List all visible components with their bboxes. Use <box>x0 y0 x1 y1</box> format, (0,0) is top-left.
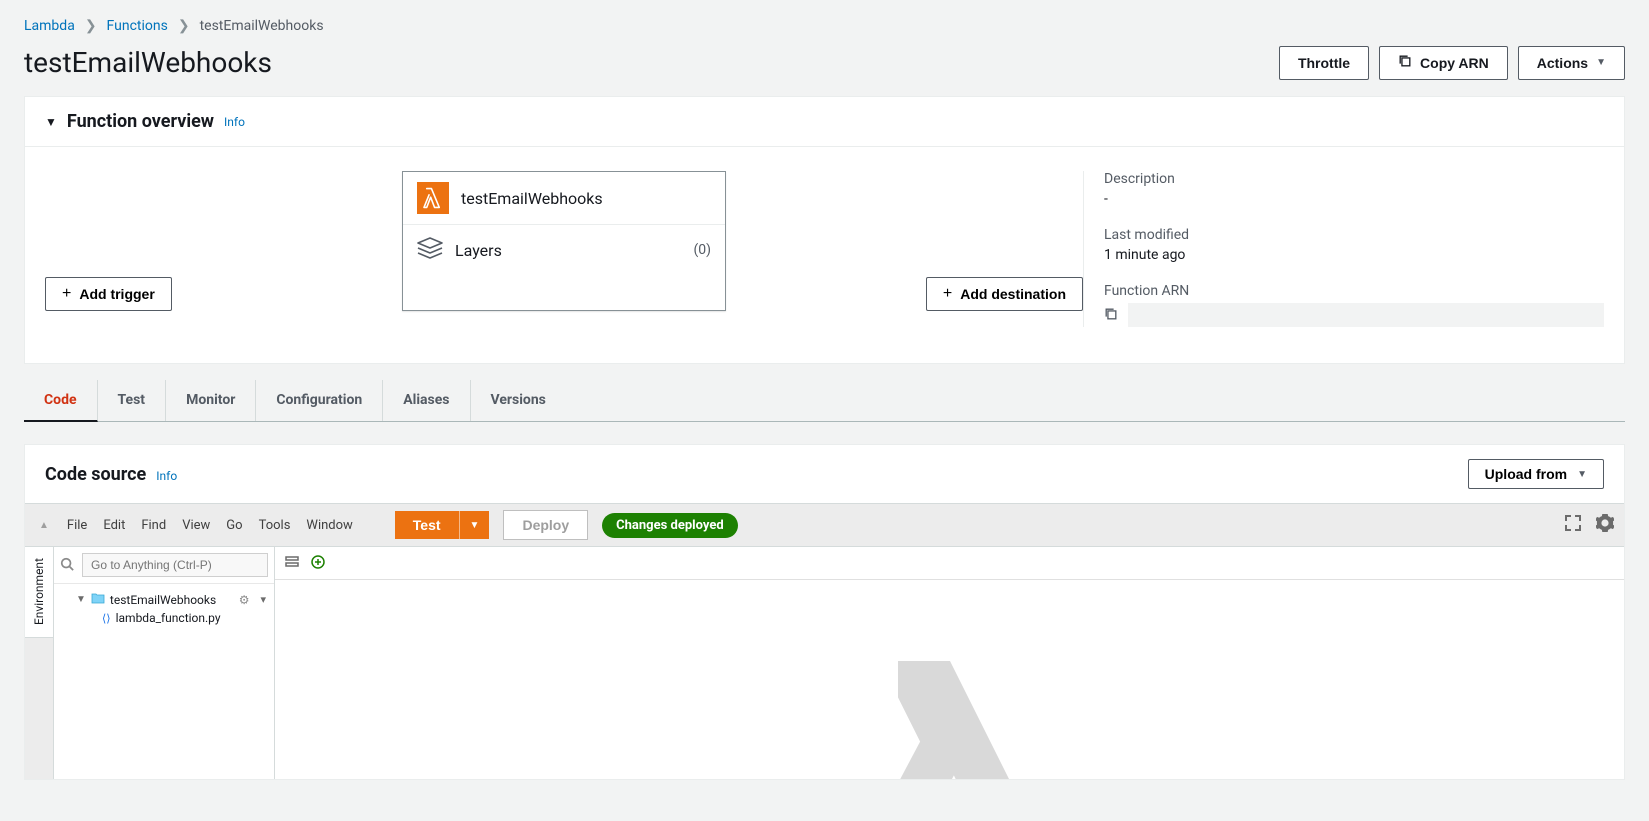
goto-anything-input[interactable] <box>82 553 268 577</box>
copy-icon <box>1398 53 1412 73</box>
last-modified-label: Last modified <box>1104 227 1604 243</box>
tab-aliases[interactable]: Aliases <box>383 380 470 421</box>
search-icon[interactable] <box>60 556 74 575</box>
ide-menu-find[interactable]: Find <box>141 518 166 533</box>
overview-title: Function overview <box>67 111 214 132</box>
tree-folder[interactable]: ▼ testEmailWebhooks ⚙ ▾ <box>58 590 270 609</box>
description-label: Description <box>1104 171 1604 187</box>
caret-down-icon: ▼ <box>1596 53 1606 73</box>
ide-menu-tools[interactable]: Tools <box>259 518 291 533</box>
tab-list-icon[interactable] <box>285 554 299 573</box>
copy-icon[interactable] <box>1104 306 1118 325</box>
plus-icon: + <box>943 287 952 301</box>
ide-menu-window[interactable]: Window <box>306 518 352 533</box>
tree-file-name: lambda_function.py <box>116 611 221 625</box>
function-name: testEmailWebhooks <box>461 189 603 208</box>
gear-icon[interactable]: ⚙ <box>239 593 256 607</box>
actions-button[interactable]: Actions ▼ <box>1518 46 1625 80</box>
layers-count: (0) <box>693 242 711 258</box>
function-tabs: Code Test Monitor Configuration Aliases … <box>24 380 1625 422</box>
upload-from-button[interactable]: Upload from ▼ <box>1468 459 1604 489</box>
breadcrumb-functions[interactable]: Functions <box>107 18 168 34</box>
fullscreen-icon[interactable] <box>1564 514 1582 536</box>
overview-info-link[interactable]: Info <box>224 115 245 129</box>
page-title: testEmailWebhooks <box>24 46 272 80</box>
throttle-button[interactable]: Throttle <box>1279 46 1369 80</box>
ide-toolbar: ▲ File Edit Find View Go Tools Window Te… <box>25 503 1624 547</box>
add-destination-button[interactable]: + Add destination <box>926 277 1083 311</box>
tree-folder-name: testEmailWebhooks <box>110 593 216 607</box>
lambda-watermark-icon <box>846 635 1106 779</box>
chevron-right-icon: ❯ <box>85 18 97 34</box>
function-arn-value <box>1128 303 1604 327</box>
ide-deploy-button: Deploy <box>503 510 588 540</box>
breadcrumb-lambda[interactable]: Lambda <box>24 18 75 34</box>
tab-monitor[interactable]: Monitor <box>166 380 256 421</box>
collapse-caret-icon[interactable]: ▼ <box>45 115 57 129</box>
file-explorer: ▼ testEmailWebhooks ⚙ ▾ ⟨⟩ lambda_functi… <box>54 547 275 779</box>
tab-versions[interactable]: Versions <box>471 380 566 421</box>
ide-menu-edit[interactable]: Edit <box>103 518 125 533</box>
code-source-panel: Code source Info Upload from ▼ ▲ File Ed… <box>24 444 1625 780</box>
environment-tab[interactable]: Environment <box>25 547 54 638</box>
function-card[interactable]: testEmailWebhooks <box>402 171 726 311</box>
code-source-info-link[interactable]: Info <box>156 469 177 483</box>
chevron-right-icon: ❯ <box>178 18 190 34</box>
layers-row[interactable]: Layers (0) <box>403 224 725 275</box>
gear-icon[interactable] <box>1596 514 1614 536</box>
function-arn-label: Function ARN <box>1104 283 1604 299</box>
ide-test-dropdown[interactable]: ▼ <box>459 511 490 539</box>
lambda-icon <box>417 182 449 214</box>
layers-label: Layers <box>455 241 502 260</box>
ide-test-button[interactable]: Test <box>395 511 459 539</box>
ide-menu-go[interactable]: Go <box>226 518 242 533</box>
caret-down-icon[interactable]: ▾ <box>260 593 270 606</box>
tree-file[interactable]: ⟨⟩ lambda_function.py <box>58 609 270 627</box>
tab-test[interactable]: Test <box>98 380 167 421</box>
ide-menu-file[interactable]: File <box>67 518 87 533</box>
editor-canvas[interactable] <box>275 580 1624 779</box>
ide-menu-view[interactable]: View <box>182 518 210 533</box>
file-icon: ⟨⟩ <box>102 612 111 625</box>
description-value: - <box>1104 191 1604 207</box>
caret-down-icon: ▼ <box>1577 469 1587 480</box>
collapse-tri-icon[interactable]: ▲ <box>35 520 53 531</box>
tab-code[interactable]: Code <box>24 380 98 422</box>
plus-icon: + <box>62 287 71 301</box>
env-gutter <box>25 638 54 779</box>
folder-icon <box>91 592 105 607</box>
editor-area <box>275 547 1624 779</box>
caret-down-icon: ▼ <box>76 594 86 605</box>
function-overview-panel: ▼ Function overview Info testEmailWebhoo… <box>24 96 1625 364</box>
breadcrumb-current: testEmailWebhooks <box>200 18 324 34</box>
add-trigger-button[interactable]: + Add trigger <box>45 277 172 311</box>
deployed-badge: Changes deployed <box>602 513 738 538</box>
code-source-title: Code source <box>45 464 146 485</box>
last-modified-value: 1 minute ago <box>1104 247 1604 263</box>
tab-configuration[interactable]: Configuration <box>256 380 383 421</box>
breadcrumb: Lambda ❯ Functions ❯ testEmailWebhooks <box>24 18 1625 34</box>
layers-icon <box>417 237 443 263</box>
copy-arn-button[interactable]: Copy ARN <box>1379 46 1508 80</box>
plus-circle-icon[interactable] <box>311 554 325 573</box>
